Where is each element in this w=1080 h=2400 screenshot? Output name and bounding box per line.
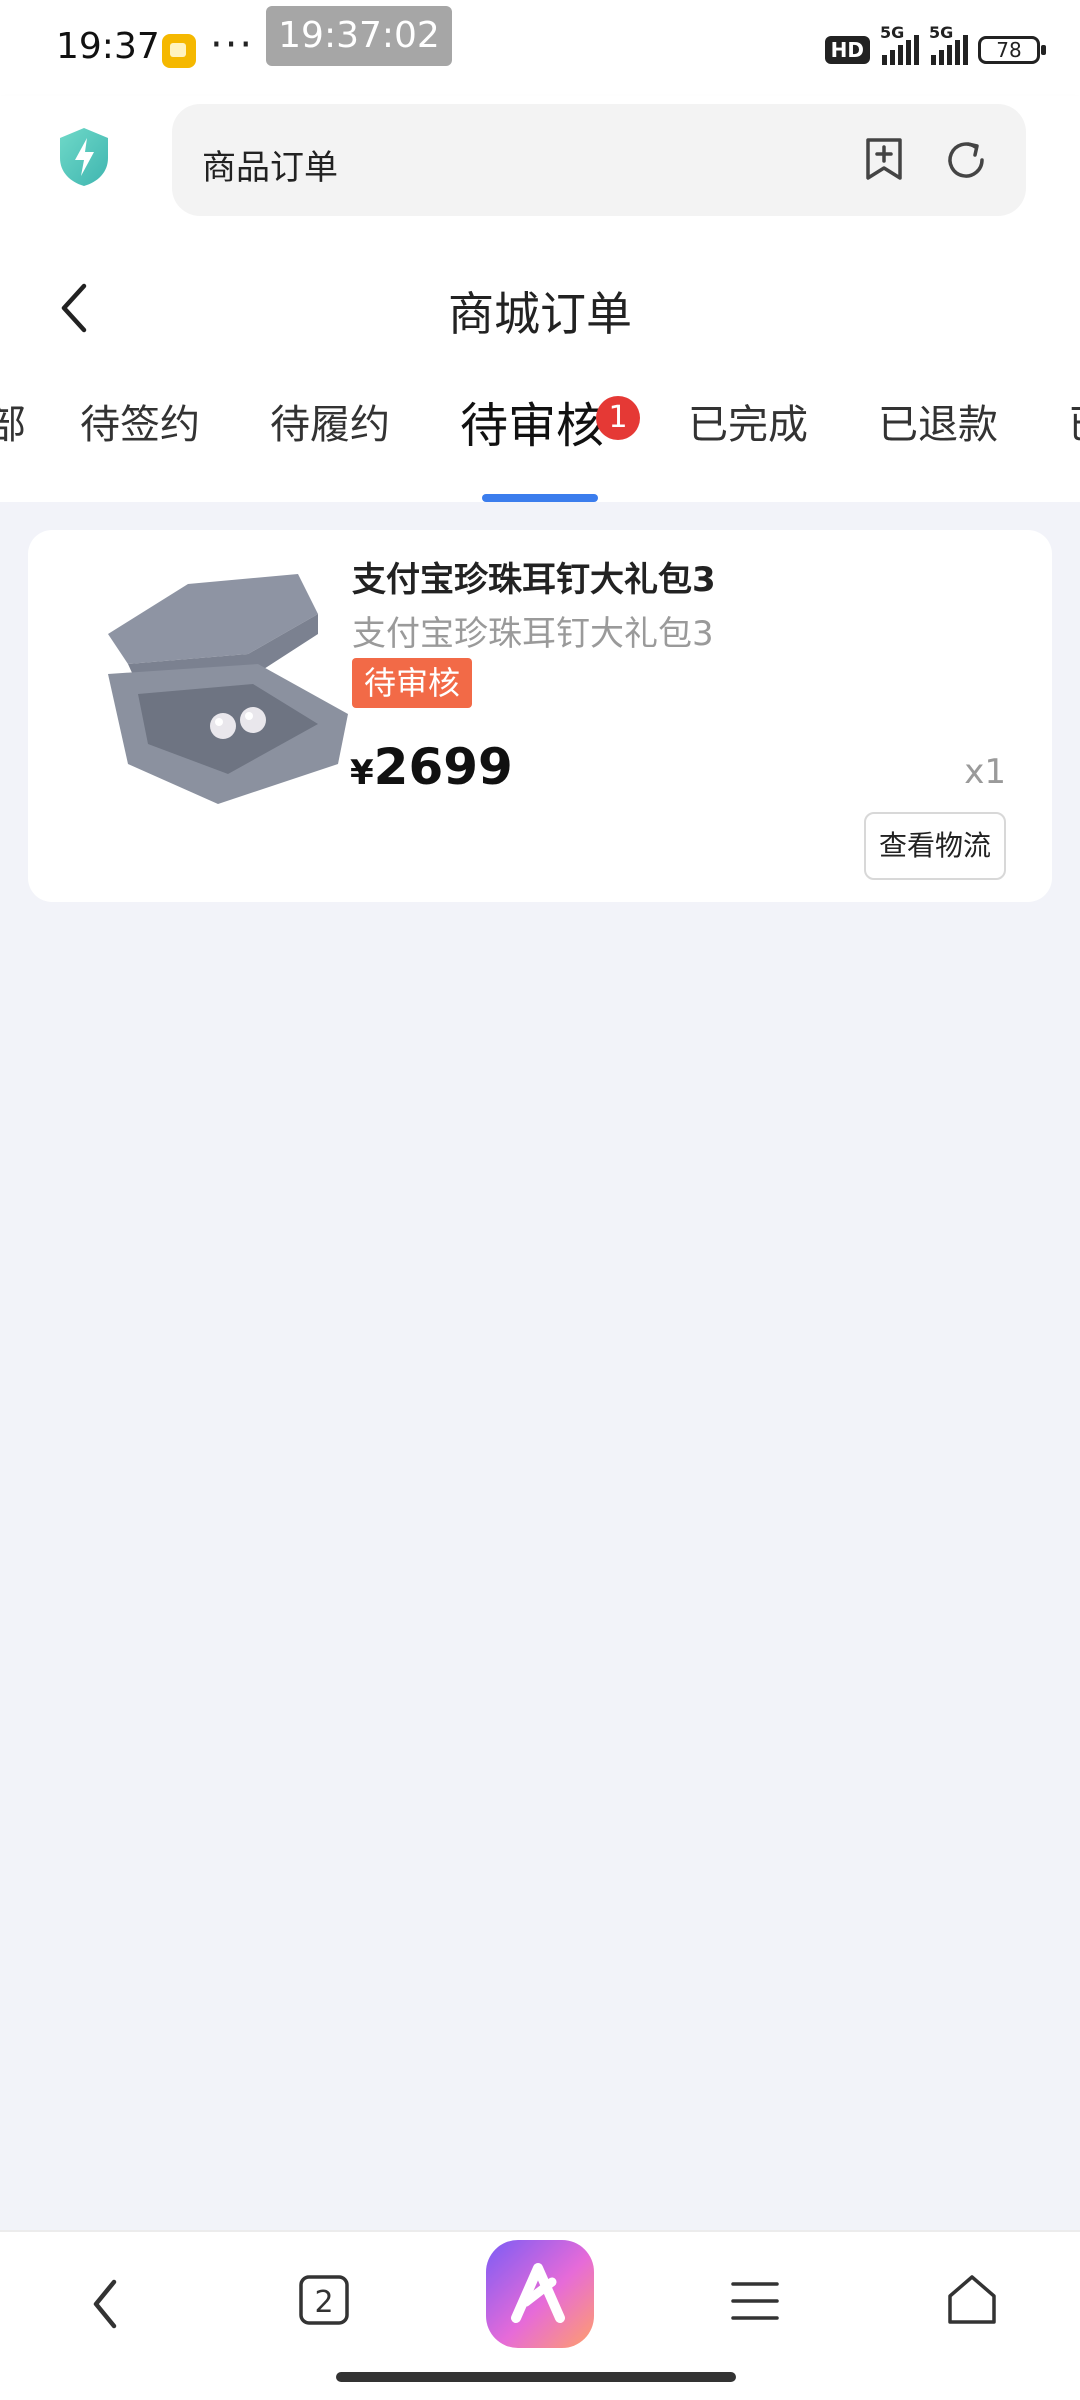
product-title: 支付宝珍珠耳钉大礼包3 — [352, 560, 716, 600]
order-status-tabs: 部 待签约 待履约 待审核 已完成 已退款 已 — [0, 392, 1080, 502]
bookmark-add-icon[interactable] — [862, 136, 906, 182]
view-logistics-button[interactable]: 查看物流 — [864, 812, 1006, 880]
ai-assistant-icon[interactable] — [484, 2238, 596, 2350]
price: ¥2699 — [350, 738, 513, 796]
notification-app-icon — [162, 34, 196, 68]
tab-pending-fulfill[interactable]: 待履约 — [270, 392, 390, 472]
more-notifications-icon: ··· — [210, 22, 255, 68]
price-value: 2699 — [373, 738, 513, 796]
address-text[interactable]: 商品订单 — [202, 140, 338, 189]
tab-all[interactable]: 部 — [0, 392, 26, 472]
order-card[interactable]: 支付宝珍珠耳钉大礼包3 支付宝珍珠耳钉大礼包3 待审核 ¥2699 x1 查看物… — [28, 530, 1052, 902]
back-icon[interactable] — [84, 2272, 128, 2336]
address-bar[interactable]: 商品订单 — [172, 104, 1026, 216]
quantity: x1 — [964, 752, 1006, 792]
home-icon[interactable] — [944, 2272, 1000, 2328]
signal-label: 5G — [929, 23, 954, 42]
screen-recording-clock: 19:37:02 — [266, 6, 452, 66]
product-subtitle: 支付宝珍珠耳钉大礼包3 — [352, 614, 714, 654]
hd-voice-icon: HD — [824, 36, 870, 64]
status-badge: 待审核 — [352, 658, 473, 708]
tab-pending-sign[interactable]: 待签约 — [80, 392, 200, 472]
page-title: 商城订单 — [448, 287, 632, 341]
price-currency: ¥ — [350, 753, 374, 793]
status-bar: 19:37 ··· 19:37:02 HD 5G 5G 78 — [0, 0, 1080, 96]
tabs-icon[interactable]: 2 — [298, 2274, 350, 2326]
status-time: 19:37 — [56, 26, 160, 67]
signal-icon: 5G — [880, 23, 919, 65]
status-indicators: HD 5G 5G 78 — [824, 23, 1046, 72]
tab-count-badge: 1 — [596, 396, 640, 440]
tab-pending-review[interactable]: 待审核 — [460, 392, 604, 466]
browser-toolbar: 商品订单 — [0, 96, 1080, 242]
battery-icon: 78 — [978, 36, 1046, 64]
home-indicator[interactable] — [336, 2372, 736, 2382]
page-header: 商城订单 部 待签约 待履约 待审核 已完成 已退款 已 1 — [0, 242, 1080, 502]
signal-icon: 5G — [929, 23, 968, 65]
tab-count: 2 — [314, 2285, 333, 2320]
menu-icon[interactable] — [730, 2276, 780, 2326]
shield-icon[interactable] — [56, 126, 112, 188]
signal-label: 5G — [880, 23, 905, 42]
product-image — [108, 574, 348, 804]
refresh-icon[interactable] — [942, 136, 990, 184]
screen: 19:37 ··· 19:37:02 HD 5G 5G 78 商品订单 商城订单… — [0, 0, 1080, 2400]
active-tab-indicator — [482, 494, 598, 502]
tab-more[interactable]: 已 — [1068, 392, 1080, 472]
tab-completed[interactable]: 已完成 — [688, 392, 808, 472]
tab-refunded[interactable]: 已退款 — [878, 392, 998, 472]
